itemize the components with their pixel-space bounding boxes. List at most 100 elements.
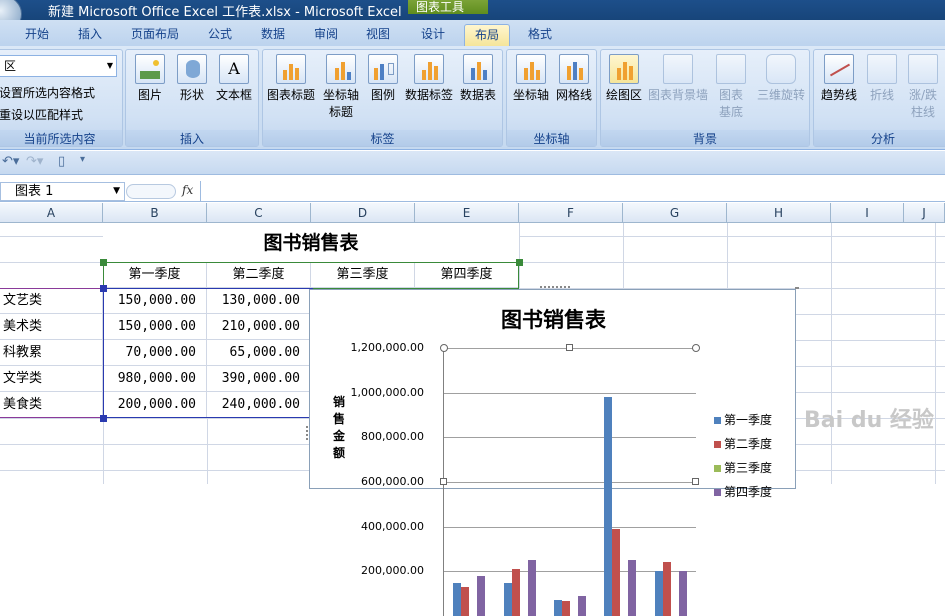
formula-input[interactable] — [200, 181, 945, 202]
range-handle[interactable] — [100, 415, 107, 422]
format-selection-button[interactable]: 设置所选内容格式 — [0, 84, 95, 101]
sheet-title[interactable]: 图书销售表 — [103, 223, 519, 262]
chart-bar[interactable] — [655, 571, 663, 616]
chart-bar[interactable] — [679, 571, 687, 616]
data-labels-button[interactable]: 数据标签 — [403, 54, 455, 103]
legend-button[interactable]: 图例 — [365, 54, 401, 103]
chart-bar[interactable] — [663, 562, 671, 616]
name-box[interactable]: 图表 1 ▼ — [0, 182, 125, 201]
column-header[interactable]: A — [0, 203, 103, 223]
column-header[interactable]: B — [103, 203, 207, 223]
plot-area-handle[interactable] — [692, 344, 700, 352]
plot-area-button[interactable]: 绘图区 — [603, 54, 645, 103]
column-header[interactable]: G — [623, 203, 727, 223]
chart-bar[interactable] — [512, 569, 520, 616]
chart-bar[interactable] — [528, 560, 536, 616]
reset-style-button[interactable]: 重设以匹配样式 — [0, 106, 83, 123]
column-header[interactable]: D — [311, 203, 415, 223]
3d-rotation-button[interactable]: 三维旋转 — [753, 54, 809, 103]
3d-rotation-icon — [766, 54, 796, 84]
legend-entry[interactable]: 第三季度 — [714, 459, 772, 476]
legend-icon — [368, 54, 398, 84]
quick-access-toolbar: ↶▾ ↷▾ ▯ ▾ — [0, 151, 945, 175]
y-axis-title[interactable]: 销售金额 — [331, 394, 347, 462]
chart-bar[interactable] — [477, 576, 485, 616]
chart-bar[interactable] — [461, 587, 469, 616]
series-name-highlight — [103, 262, 519, 289]
tab-formulas[interactable]: 公式 — [200, 24, 240, 46]
legend-swatch — [714, 465, 721, 472]
column-header[interactable]: F — [519, 203, 623, 223]
chevron-down-icon: ▼ — [113, 183, 120, 200]
legend-entry[interactable]: 第一季度 — [714, 411, 772, 428]
gridlines-button[interactable]: 网格线 — [553, 54, 595, 103]
chart-resize-handle[interactable] — [306, 426, 309, 440]
range-handle[interactable] — [100, 285, 107, 292]
tab-layout[interactable]: 布局 — [464, 24, 510, 46]
insert-picture-button[interactable]: 图片 — [132, 54, 168, 103]
tab-review[interactable]: 审阅 — [306, 24, 346, 46]
chart-title-button[interactable]: 图表标题 — [265, 54, 317, 103]
chart-corner-handle[interactable] — [795, 287, 799, 291]
chart-bar[interactable] — [604, 397, 612, 616]
column-header[interactable]: H — [727, 203, 831, 223]
plot-area-icon — [609, 54, 639, 84]
tab-view[interactable]: 视图 — [358, 24, 398, 46]
tab-home[interactable]: 开始 — [18, 24, 56, 46]
insert-textbox-button[interactable]: A 文本框 — [214, 54, 254, 103]
chart-bar[interactable] — [612, 529, 620, 616]
new-document-icon[interactable]: ▯ — [58, 154, 65, 169]
chart-bar[interactable] — [562, 601, 570, 616]
insert-function-icon[interactable]: fx — [182, 183, 193, 197]
tab-page-layout[interactable]: 页面布局 — [126, 24, 184, 46]
range-handle[interactable] — [516, 259, 523, 266]
plot-area-handle[interactable] — [440, 344, 448, 352]
textbox-icon: A — [219, 54, 249, 84]
updown-bars-button[interactable]: 涨/跌柱线 — [902, 54, 944, 120]
chart-floor-button[interactable]: 图表基底 — [709, 54, 753, 120]
chart-move-handle[interactable] — [540, 286, 570, 289]
legend-entry[interactable]: 第二季度 — [714, 435, 772, 452]
chart-bar[interactable] — [578, 596, 586, 616]
values-range-highlight — [103, 288, 313, 418]
legend-label: 第三季度 — [724, 461, 772, 475]
lines-button[interactable]: 折线 — [862, 54, 902, 103]
column-header[interactable]: E — [415, 203, 519, 223]
tab-insert[interactable]: 插入 — [70, 24, 110, 46]
plot-area[interactable] — [443, 348, 695, 616]
tab-data[interactable]: 数据 — [253, 24, 293, 46]
data-table-button[interactable]: 数据表 — [457, 54, 499, 103]
column-header[interactable]: I — [831, 203, 904, 223]
chart-bar[interactable] — [453, 583, 461, 616]
column-header[interactable]: C — [207, 203, 311, 223]
formula-bar-expander[interactable] — [126, 184, 176, 199]
customize-qat-icon[interactable]: ▾ — [80, 154, 85, 165]
group-insert: 图片 形状 A 文本框 插入 — [125, 49, 259, 147]
legend-entry[interactable]: 第四季度 — [714, 483, 772, 500]
column-header-bar: A B C D E F G H I J — [0, 203, 945, 223]
range-handle[interactable] — [100, 259, 107, 266]
undo-icon[interactable]: ↶▾ — [2, 154, 19, 169]
redo-icon[interactable]: ↷▾ — [26, 154, 43, 169]
legend-label: 第一季度 — [724, 413, 772, 427]
insert-shapes-button[interactable]: 形状 — [174, 54, 210, 103]
chart-elements-dropdown[interactable]: 区 ▼ — [0, 55, 117, 77]
chart-bar[interactable] — [554, 600, 562, 616]
trendline-button[interactable]: 趋势线 — [816, 54, 862, 103]
tab-format[interactable]: 格式 — [520, 24, 560, 46]
axis-titles-button[interactable]: 坐标轴标题 — [319, 54, 363, 120]
plot-area-handle[interactable] — [566, 344, 573, 351]
chart-bar[interactable] — [504, 583, 512, 616]
chart-bar[interactable] — [628, 560, 636, 616]
column-header[interactable]: J — [904, 203, 945, 223]
chart-title[interactable]: 图书销售表 — [310, 304, 797, 334]
embedded-chart[interactable]: 图书销售表 销售金额 第一季度第二季度第三季度第四季度 1,200,000.00… — [309, 289, 796, 489]
group-axes: 坐标轴 网格线 坐标轴 — [506, 49, 597, 147]
chart-wall-button[interactable]: 图表背景墙 — [647, 54, 709, 103]
tab-design[interactable]: 设计 — [413, 24, 453, 46]
chart-elements-value: 区 — [4, 59, 16, 73]
trendline-icon — [824, 54, 854, 84]
axes-button[interactable]: 坐标轴 — [509, 54, 553, 103]
data-table-icon — [463, 54, 493, 84]
y-tick-label: 600,000.00 — [314, 475, 424, 488]
